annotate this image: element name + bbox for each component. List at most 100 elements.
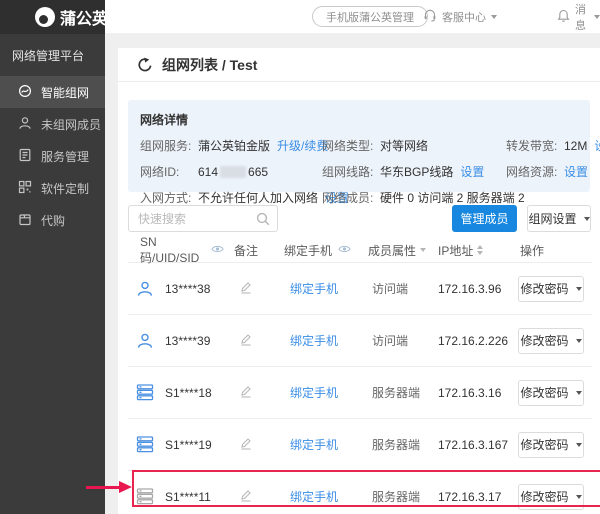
edit-note-icon[interactable] <box>239 436 253 453</box>
member-id: S1****18 <box>165 386 212 400</box>
sidebar-item-software-custom[interactable]: 软件定制 <box>0 172 105 204</box>
bell-icon <box>557 9 570 25</box>
brand-name: 蒲公英 <box>60 5 108 29</box>
sidebar-item-label: 未组网成员 <box>41 116 101 133</box>
note-cell <box>224 280 268 297</box>
note-cell <box>224 332 268 349</box>
member-row: 13****38 绑定手机 访问端 172.16.3.96 修改密码 <box>128 262 592 314</box>
headset-icon <box>423 8 437 25</box>
chevron-down-icon <box>576 443 582 447</box>
edit-note-icon[interactable] <box>239 384 253 401</box>
member-ip: 172.16.3.167 <box>430 438 510 452</box>
field-network-line: 组网线路: 华东BGP线路 设置 <box>322 163 506 180</box>
purchase-icon <box>18 212 32 229</box>
redacted-block <box>220 166 246 178</box>
member-id-cell: S1****19 <box>128 436 224 453</box>
support-dropdown[interactable]: 客服中心 <box>423 0 497 33</box>
edit-note-icon[interactable] <box>239 280 253 297</box>
manage-members-button[interactable]: 管理成员 <box>452 205 517 232</box>
back-icon[interactable] <box>137 57 153 73</box>
bind-phone-cell: 绑定手机 <box>268 384 356 401</box>
edit-note-icon[interactable] <box>239 332 253 349</box>
brand-logo[interactable]: 蒲公英 <box>0 0 105 34</box>
field-network-service: 组网服务: 蒲公英铂金版 升级/续费 <box>140 137 322 154</box>
user-icon <box>18 116 32 133</box>
bind-phone-link[interactable]: 绑定手机 <box>290 334 338 348</box>
member-id: S1****19 <box>165 438 212 452</box>
member-id-cell: 13****38 <box>128 280 224 298</box>
member-ip: 172.16.2.226 <box>430 334 510 348</box>
details-title: 网络详情 <box>140 111 590 128</box>
eye-icon[interactable] <box>338 243 351 257</box>
chevron-down-icon <box>491 15 497 19</box>
change-password-button[interactable]: 修改密码 <box>518 380 584 406</box>
member-row: S1****18 绑定手机 服务器端 172.16.3.16 修改密码 <box>128 366 592 418</box>
messages-label: 消息 <box>575 1 589 33</box>
field-bandwidth: 转发带宽: 12M 设置 <box>506 137 600 154</box>
member-type-icon <box>136 280 154 298</box>
note-cell <box>224 384 268 401</box>
bind-phone-cell: 绑定手机 <box>268 436 356 453</box>
member-ip: 172.16.3.16 <box>430 386 510 400</box>
details-grid: 组网服务: 蒲公英铂金版 升级/续费 网络类型: 对等网络 转发带宽: 12M … <box>140 137 590 206</box>
line-settings-link[interactable]: 设置 <box>460 163 484 180</box>
messages-dropdown[interactable]: 消息 <box>557 0 600 33</box>
change-password-button[interactable]: 修改密码 <box>518 328 584 354</box>
member-id: S1****11 <box>165 490 211 504</box>
member-type-icon <box>136 332 154 350</box>
change-password-button[interactable]: 修改密码 <box>518 276 584 302</box>
member-id-cell: 13****39 <box>128 332 224 350</box>
resource-settings-link[interactable]: 设置 <box>564 163 588 180</box>
action-cell: 修改密码 <box>510 328 592 354</box>
header-member-role[interactable]: 成员属性 <box>356 242 430 259</box>
change-password-button[interactable]: 修改密码 <box>518 432 584 458</box>
change-password-button[interactable]: 修改密码 <box>518 484 584 510</box>
sidebar-menu: 智能组网 未组网成员 服务管理 <box>0 76 105 236</box>
member-row: S1****19 绑定手机 服务器端 172.16.3.167 修改密码 <box>128 418 592 470</box>
table-header: SN码/UID/SID 备注 绑定手机 <box>128 238 592 262</box>
eye-icon[interactable] <box>211 243 224 257</box>
mobile-manage-button[interactable]: 手机版蒲公英管理 <box>312 6 428 27</box>
page-title: 组网列表 / Test <box>162 55 257 75</box>
sidebar-item-ungrouped-members[interactable]: 未组网成员 <box>0 108 105 140</box>
bandwidth-settings-link[interactable]: 设置 <box>594 137 600 154</box>
field-network-resource: 网络资源: 设置 <box>506 163 600 180</box>
sidebar-item-purchase[interactable]: 代购 <box>0 204 105 236</box>
field-network-type: 网络类型: 对等网络 <box>322 137 506 154</box>
sidebar-item-label: 智能组网 <box>41 84 89 101</box>
bind-phone-link[interactable]: 绑定手机 <box>290 490 338 504</box>
support-label: 客服中心 <box>442 9 486 25</box>
bind-phone-link[interactable]: 绑定手机 <box>290 282 338 296</box>
member-type-icon <box>136 488 154 505</box>
search-input[interactable] <box>129 206 277 231</box>
sidebar-item-label: 服务管理 <box>41 148 89 165</box>
platform-title: 网络管理平台 <box>0 34 105 72</box>
bind-phone-cell: 绑定手机 <box>268 280 356 297</box>
sidebar: 蒲公英 网络管理平台 智能组网 未组网成员 <box>0 0 105 514</box>
chevron-down-icon <box>576 391 582 395</box>
member-role: 服务器端 <box>356 384 430 401</box>
network-settings-button[interactable]: 组网设置 <box>527 205 591 232</box>
member-role: 服务器端 <box>356 436 430 453</box>
note-cell <box>224 488 268 505</box>
service-icon <box>18 148 32 165</box>
edit-note-icon[interactable] <box>239 488 253 505</box>
header-ip[interactable]: IP地址 <box>430 242 510 259</box>
table-body: 13****38 绑定手机 访问端 172.16.3.96 修改密码 <box>128 262 592 514</box>
bind-phone-link[interactable]: 绑定手机 <box>290 386 338 400</box>
sidebar-item-smart-network[interactable]: 智能组网 <box>0 76 105 108</box>
member-id-cell: S1****11 <box>128 488 224 505</box>
bind-phone-link[interactable]: 绑定手机 <box>290 438 338 452</box>
custom-icon <box>18 180 32 197</box>
member-id-cell: S1****18 <box>128 384 224 401</box>
header-sn: SN码/UID/SID <box>128 235 224 266</box>
upgrade-renew-link[interactable]: 升级/续费 <box>277 137 328 154</box>
header-note: 备注 <box>224 242 268 259</box>
topbar: 手机版蒲公英管理 客服中心 消息 <box>105 0 600 33</box>
member-ip: 172.16.3.96 <box>430 282 510 296</box>
sidebar-item-service-management[interactable]: 服务管理 <box>0 140 105 172</box>
member-role: 服务器端 <box>356 488 430 505</box>
member-id: 13****38 <box>165 282 210 296</box>
sort-icon <box>477 245 483 255</box>
field-network-id: 网络ID: 614665 <box>140 163 322 180</box>
